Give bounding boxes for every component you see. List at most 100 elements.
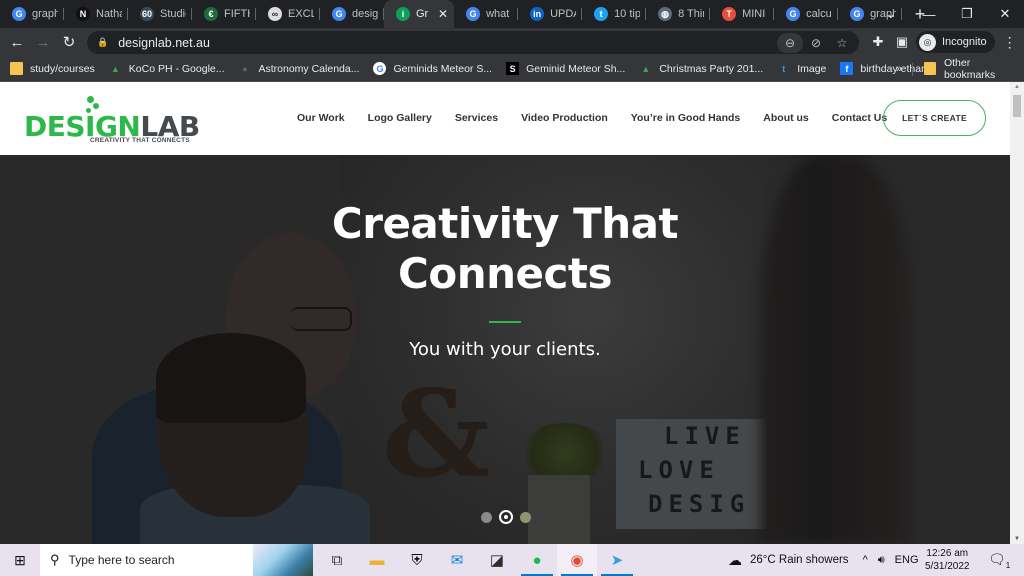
- language-indicator[interactable]: ENG: [895, 554, 919, 566]
- slider-dot[interactable]: [481, 511, 492, 523]
- nav-link-video-production[interactable]: Video Production: [521, 112, 608, 124]
- tab-search-icon[interactable]: ⌄: [872, 6, 910, 22]
- tray-chevron-icon[interactable]: ^: [863, 554, 868, 566]
- telegram-icon[interactable]: ➤: [597, 544, 637, 576]
- bookmark-item[interactable]: G Geminids Meteor S...: [373, 62, 492, 75]
- incognito-button[interactable]: ◎ Incognito: [916, 31, 995, 53]
- browser-tab[interactable]: € FIFTH: [192, 0, 256, 28]
- bookmark-label: Christmas Party 201...: [659, 62, 764, 75]
- page-scrollbar[interactable]: ▲ ▼: [1010, 82, 1024, 544]
- browser-tab[interactable]: 60 Studio: [128, 0, 192, 28]
- weather-text[interactable]: 26°C Rain showers: [750, 554, 849, 566]
- nav-link-contact-us[interactable]: Contact Us: [832, 112, 887, 124]
- browser-tab[interactable]: Gdesign: [320, 0, 384, 28]
- search-highlight-image: [253, 544, 313, 576]
- bookmark-item[interactable]: t Image: [777, 62, 826, 75]
- bookmark-item[interactable]: ● Astronomy Calenda...: [239, 62, 359, 75]
- browser-tab[interactable]: t 10 tip: [582, 0, 647, 28]
- zoom-icon[interactable]: ⊖: [777, 32, 803, 53]
- browser-tab[interactable]: i Gr ✕: [384, 0, 455, 28]
- browser-tab[interactable]: Gwhat: [454, 0, 519, 28]
- bookmark-item[interactable]: ▲ Christmas Party 201...: [639, 62, 763, 75]
- google-icon: G: [466, 7, 481, 21]
- url-text[interactable]: designlab.net.au: [118, 36, 210, 50]
- browser-tab[interactable]: in UPDA: [518, 0, 583, 28]
- minimize-button[interactable]: —: [910, 7, 948, 22]
- weather-icon[interactable]: ☁: [728, 552, 742, 569]
- bookmark-item[interactable]: S Geminid Meteor Sh...: [506, 62, 625, 75]
- google-icon: G: [786, 7, 801, 21]
- address-bar[interactable]: 🔒 designlab.net.au ⊖ ⊘ ☆: [87, 31, 859, 54]
- file-explorer-icon[interactable]: ▬: [357, 544, 397, 576]
- clock[interactable]: 12:26 am 5/31/2022: [925, 547, 970, 573]
- nav-link-about-us[interactable]: About us: [763, 112, 809, 124]
- nav-link-logo-gallery[interactable]: Logo Gallery: [368, 112, 432, 124]
- tab-title: UPDA: [550, 8, 576, 20]
- close-window-button[interactable]: ✕: [986, 6, 1024, 22]
- tab-title: Gr: [416, 8, 429, 20]
- web-page: DESIGNLAB CREATIVITY THAT CONNECTS Our W…: [0, 82, 1010, 544]
- forward-button[interactable]: →: [30, 34, 56, 51]
- nav-link-you-re-in-good-hands[interactable]: You’re in Good Hands: [631, 112, 740, 124]
- bookmark-label: birthday ethan: [860, 62, 927, 75]
- mail-icon[interactable]: ✉: [437, 544, 477, 576]
- designlab-logo[interactable]: DESIGNLAB CREATIVITY THAT CONNECTS: [24, 96, 200, 146]
- volume-icon[interactable]: 🔊︎: [878, 554, 885, 567]
- windows-start-icon[interactable]: ⊞: [0, 552, 40, 569]
- scrollbar-thumb[interactable]: [1013, 95, 1021, 117]
- extensions-icon[interactable]: ✚: [866, 34, 890, 50]
- lets-create-button[interactable]: LET`S CREATE: [883, 100, 986, 136]
- spotify-icon[interactable]: ●: [517, 544, 557, 576]
- browser-tab[interactable]: Ggraph: [0, 0, 64, 28]
- bookmark-item[interactable]: f birthday ethan: [840, 62, 927, 75]
- browser-tab[interactable]: ◍ 8 Thin: [646, 0, 711, 28]
- google-drive-icon: ▲: [641, 63, 651, 74]
- twitter-icon: t: [594, 7, 609, 21]
- slider-dots: [481, 510, 538, 524]
- bookmarks-overflow-button[interactable]: »: [896, 63, 902, 75]
- browser-tab[interactable]: T MINI: [710, 0, 775, 28]
- task-view-icon[interactable]: ⧉: [317, 544, 357, 576]
- side-panel-icon[interactable]: ▣: [890, 34, 914, 50]
- browser-tab[interactable]: ∞ EXCLU: [256, 0, 320, 28]
- taskbar-search[interactable]: ⚲ Type here to search: [40, 544, 313, 576]
- notification-icon[interactable]: 🗨︎1: [988, 551, 1010, 570]
- browser-tab[interactable]: N Natha: [64, 0, 128, 28]
- reload-button[interactable]: ↻: [56, 33, 82, 51]
- bookmark-item[interactable]: study/courses: [10, 62, 95, 75]
- tab-title: EXCLU: [288, 8, 314, 20]
- tab-title: graph: [32, 8, 58, 20]
- menu-icon[interactable]: ⋮: [999, 34, 1021, 51]
- slider-dot[interactable]: [520, 511, 531, 523]
- clock-time: 12:26 am: [926, 548, 969, 559]
- folder-icon: [924, 62, 936, 75]
- slider-dot[interactable]: [499, 510, 513, 524]
- star-icon[interactable]: ☆: [829, 36, 855, 50]
- logo-dot: [93, 103, 99, 109]
- browser-tab[interactable]: Gcalcul: [774, 0, 839, 28]
- browser-toolbar: ← → ↻ 🔒 designlab.net.au ⊖ ⊘ ☆ ✚ ▣ ◎ Inc…: [0, 28, 1024, 56]
- eye-off-icon[interactable]: ⊘: [803, 36, 829, 50]
- bookmark-label: Geminids Meteor S...: [393, 62, 493, 75]
- tab-strip: GgraphNNatha60Studio€FIFTH∞EXCLUGdesigni…: [0, 0, 1024, 28]
- sticky-notes-icon[interactable]: ◪: [477, 544, 517, 576]
- studio60-icon: 60: [140, 7, 154, 21]
- close-tab-icon[interactable]: ✕: [438, 7, 448, 21]
- other-bookmarks[interactable]: Other bookmarks: [924, 57, 1024, 81]
- security-shield-icon[interactable]: ⛨: [397, 544, 437, 576]
- back-button[interactable]: ←: [4, 34, 30, 51]
- google-icon: G: [332, 7, 346, 21]
- nav-link-services[interactable]: Services: [455, 112, 498, 124]
- s-icon: S: [506, 62, 520, 75]
- bookmark-item[interactable]: ▲ KoCo PH - Google...: [109, 62, 225, 75]
- tab-title: 8 Thin: [678, 8, 704, 20]
- scroll-down-icon[interactable]: ▼: [1014, 536, 1020, 542]
- hero-slider: & LIVE LOVE DESIG Creativity That Connects…: [0, 155, 1010, 544]
- facebook-icon: f: [840, 62, 854, 75]
- tab-title: 10 tip: [614, 8, 641, 20]
- nav-link-our-work[interactable]: Our Work: [297, 112, 345, 124]
- restore-button[interactable]: ❐: [948, 6, 986, 22]
- scroll-up-icon[interactable]: ▲: [1014, 84, 1020, 90]
- chrome-icon[interactable]: ◉: [557, 544, 597, 576]
- google-drive-icon: ▲: [110, 63, 120, 74]
